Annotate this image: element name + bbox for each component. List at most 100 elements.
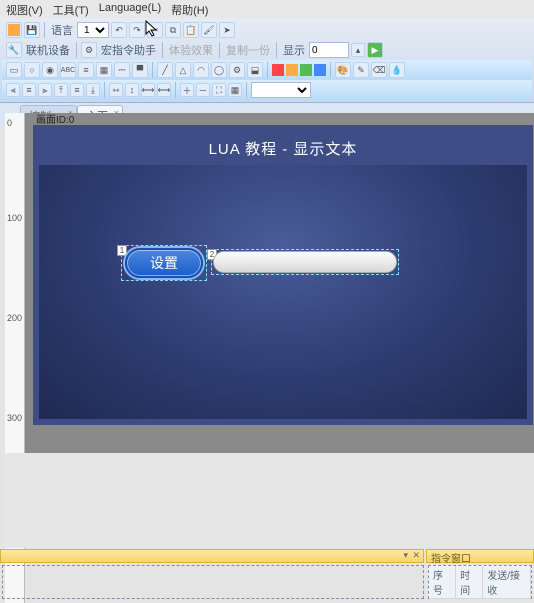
dist-v-icon[interactable]: ↕ <box>125 83 139 97</box>
menu-view[interactable]: 视图(V) <box>6 2 43 16</box>
zoom-label: 显示 <box>283 42 305 58</box>
text-widget[interactable] <box>213 251 397 273</box>
list-icon[interactable]: ≡ <box>78 62 94 78</box>
play-icon[interactable]: ▶ <box>367 42 383 58</box>
separator <box>276 42 277 58</box>
align-l-icon[interactable]: ⫷ <box>6 83 20 97</box>
copy-icon[interactable]: ⧉ <box>165 22 181 38</box>
rect-icon[interactable]: ▭ <box>6 62 22 78</box>
col-time[interactable]: 时间 <box>456 566 483 598</box>
color-orange[interactable] <box>286 64 298 76</box>
eyedrop-icon[interactable]: 💧 <box>389 62 405 78</box>
line-icon[interactable]: ╱ <box>157 62 173 78</box>
col-seq[interactable]: 序号 <box>429 566 456 598</box>
open-icon[interactable] <box>6 22 22 38</box>
sameh-icon[interactable]: ⟷ <box>157 83 171 97</box>
bottom-dock-left[interactable]: ▾ ✕ <box>0 549 424 563</box>
menubar: 视图(V) 工具(T) Language(L) 帮助(H) <box>0 0 534 18</box>
separator <box>175 82 176 98</box>
empty-area <box>5 453 534 548</box>
color-green[interactable] <box>300 64 312 76</box>
undo-icon[interactable]: ↶ <box>111 22 127 38</box>
arc-icon[interactable]: ◠ <box>193 62 209 78</box>
eraser-icon[interactable]: ⌫ <box>371 62 387 78</box>
separator <box>104 82 105 98</box>
btn-icon[interactable]: ◉ <box>42 62 58 78</box>
separator <box>162 42 163 58</box>
chart-icon[interactable]: ⬓ <box>247 62 263 78</box>
lang-select[interactable]: 1 <box>77 22 109 38</box>
toolbars: 💾 语言 1 ↶ ↷ ✂ ⧉ 📋 🖌 ➤ 🔧 联机设备 ⚙ 宏指令助手 体验效果… <box>0 18 534 103</box>
tick: 300 <box>7 413 22 423</box>
screen-title: LUA 教程 - 显示文本 <box>39 131 527 165</box>
fit-icon[interactable]: ⛶ <box>212 83 226 97</box>
macro-icon[interactable]: ⚙ <box>81 42 97 58</box>
button-widget[interactable]: 设置 <box>125 248 203 278</box>
zoom-input[interactable] <box>309 42 349 58</box>
brush-icon[interactable]: 🖌 <box>201 22 217 38</box>
align-c-icon[interactable]: ≡ <box>22 83 36 97</box>
separator <box>219 42 220 58</box>
align-m-icon[interactable]: ≡ <box>70 83 84 97</box>
color-blue[interactable] <box>314 64 326 76</box>
separator <box>76 42 77 58</box>
selection-tag-1: 1 <box>117 245 127 256</box>
dist-h-icon[interactable]: ⇿ <box>109 83 123 97</box>
tick: 0 <box>7 118 12 128</box>
grid-toggle-icon[interactable]: ▦ <box>228 83 242 97</box>
ellipse-icon[interactable]: ◯ <box>211 62 227 78</box>
separator <box>267 62 268 78</box>
menu-language[interactable]: Language(L) <box>99 2 161 16</box>
save-icon[interactable]: 💾 <box>24 22 40 38</box>
grid-icon[interactable]: ▦ <box>96 62 112 78</box>
dock-controls[interactable]: ▾ ✕ <box>403 550 421 561</box>
menu-help[interactable]: 帮助(H) <box>171 2 208 16</box>
command-window-header: 序号 时间 发送/接收 <box>429 566 531 599</box>
cursor-icon[interactable]: ➤ <box>219 22 235 38</box>
build-label: 体验效果 <box>169 42 213 58</box>
samew-icon[interactable]: ⟷ <box>141 83 155 97</box>
gear-icon[interactable]: ⚙ <box>229 62 245 78</box>
toolbar-row-4: ⫷ ≡ ⫸ ⤒ ≡ ⤓ ⇿ ↕ ⟷ ⟷ ＋ － ⛶ ▦ <box>2 80 532 100</box>
circle-icon[interactable]: ○ <box>24 62 40 78</box>
poly-icon[interactable]: △ <box>175 62 191 78</box>
align-t-icon[interactable]: ⤒ <box>54 83 68 97</box>
screen-id-label: 画面ID:0 <box>33 110 77 127</box>
canvas-area[interactable]: 画面ID:0 LUA 教程 - 显示文本 1 设置 2 <box>25 113 534 453</box>
toolbar-row-1: 💾 语言 1 ↶ ↷ ✂ ⧉ 📋 🖌 ➤ <box>2 20 532 40</box>
paint-icon[interactable]: 🎨 <box>335 62 351 78</box>
align-r-icon[interactable]: ⫸ <box>38 83 52 97</box>
link-label: 联机设备 <box>26 42 70 58</box>
toolbar-row-2: 🔧 联机设备 ⚙ 宏指令助手 体验效果 复制一份 显示 ▴ ▶ <box>2 40 532 60</box>
macro-label[interactable]: 宏指令助手 <box>101 42 156 58</box>
dock-dropzone-left <box>2 565 424 599</box>
hmi-screen[interactable]: LUA 教程 - 显示文本 1 设置 2 <box>33 125 533 425</box>
lang-label: 语言 <box>51 22 73 38</box>
separator <box>330 62 331 78</box>
separator <box>246 82 247 98</box>
progress-icon[interactable]: ▀ <box>132 62 148 78</box>
abc-icon[interactable]: ABC <box>60 62 76 78</box>
color-red[interactable] <box>272 64 284 76</box>
bottom-dock-right[interactable]: 指令窗口 <box>426 549 534 563</box>
zoom-up-icon[interactable]: ▴ <box>351 43 365 57</box>
col-tx[interactable]: 发送/接收 <box>483 566 531 598</box>
wrench-icon[interactable]: 🔧 <box>6 42 22 58</box>
zoom-out-icon[interactable]: － <box>196 83 210 97</box>
command-window[interactable]: 序号 时间 发送/接收 <box>428 565 532 599</box>
tick: 200 <box>7 313 22 323</box>
align-b-icon[interactable]: ⤓ <box>86 83 100 97</box>
toolbar-row-3: ▭ ○ ◉ ABC ≡ ▦ ⎓ ▀ ╱ △ ◠ ◯ ⚙ ⬓ 🎨 ✎ ⌫ 💧 <box>2 60 532 80</box>
paste-icon[interactable]: 📋 <box>183 22 199 38</box>
layer-select[interactable] <box>251 82 311 98</box>
separator <box>44 22 45 38</box>
separator <box>152 62 153 78</box>
pen-icon[interactable]: ✎ <box>353 62 369 78</box>
zoom-in-icon[interactable]: ＋ <box>180 83 194 97</box>
redo-icon[interactable]: ↷ <box>129 22 145 38</box>
cut-icon[interactable]: ✂ <box>147 22 163 38</box>
tick: 100 <box>7 213 22 223</box>
slider-icon[interactable]: ⎓ <box>114 62 130 78</box>
menu-tool[interactable]: 工具(T) <box>53 2 89 16</box>
copy-label: 复制一份 <box>226 42 270 58</box>
